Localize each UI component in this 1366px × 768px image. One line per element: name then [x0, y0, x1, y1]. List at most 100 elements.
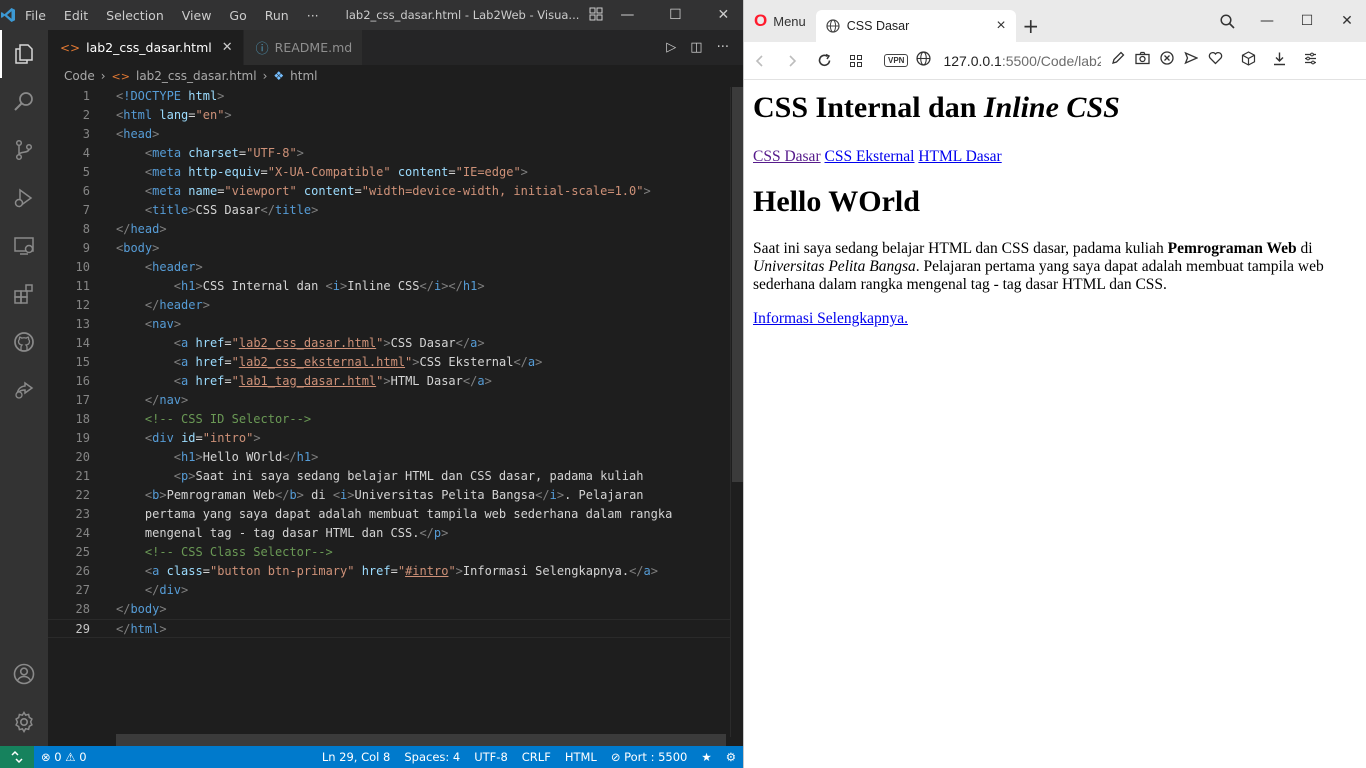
back-arrow-icon[interactable] — [744, 54, 776, 68]
breadcrumb-folder[interactable]: Code — [64, 69, 95, 83]
code-line[interactable]: 2 <html lang="en"> — [48, 106, 730, 125]
remote-explorer-icon[interactable] — [0, 222, 48, 270]
menu-view[interactable]: View — [173, 8, 221, 23]
menu-more[interactable]: ··· — [298, 8, 328, 23]
code-line[interactable]: 22 <b>Pemrograman Web</b> di <i>Universi… — [48, 486, 730, 505]
code-line[interactable]: 7 <title>CSS Dasar</title> — [48, 201, 730, 220]
site-info-globe-icon[interactable] — [916, 50, 932, 71]
breadcrumb-symbol[interactable]: html — [290, 69, 317, 83]
search-icon[interactable] — [0, 78, 48, 126]
browser-minimize-icon[interactable]: — — [1247, 13, 1287, 29]
new-tab-plus-icon[interactable]: + — [1016, 10, 1046, 42]
menu-edit[interactable]: Edit — [55, 8, 97, 23]
code-line[interactable]: 9 <body> — [48, 239, 730, 258]
code-line[interactable]: 26 <a class="button btn-primary" href="#… — [48, 562, 730, 581]
layout-icon[interactable] — [589, 7, 603, 24]
code-line[interactable]: 10 <header> — [48, 258, 730, 277]
code-line[interactable]: 20 <h1>Hello WOrld</h1> — [48, 448, 730, 467]
code-line[interactable]: 24 mengenal tag - tag dasar HTML dan CSS… — [48, 524, 730, 543]
code-line[interactable]: 8 </head> — [48, 220, 730, 239]
language-mode[interactable]: HTML — [558, 750, 604, 764]
nav-link-css-eksternal[interactable]: CSS Eksternal — [824, 148, 914, 165]
source-control-icon[interactable] — [0, 126, 48, 174]
problems-indicator[interactable]: ⊗ 0 ⚠ 0 — [34, 750, 94, 764]
cursor-position[interactable]: Ln 29, Col 8 — [315, 750, 398, 764]
menu-run[interactable]: Run — [256, 8, 298, 23]
encoding[interactable]: UTF-8 — [467, 750, 515, 764]
code-line[interactable]: 29 </html> — [48, 619, 730, 638]
live-server-port[interactable]: ⊘ Port : 5500 — [604, 750, 695, 764]
more-info-link[interactable]: Informasi Selengkapnya. — [753, 310, 1363, 328]
close-icon[interactable]: ✕ — [699, 0, 747, 30]
tab-readme[interactable]: ⓘ README.md — [243, 30, 364, 65]
indentation[interactable]: Spaces: 4 — [397, 750, 467, 764]
nav-link-html-dasar[interactable]: HTML Dasar — [918, 148, 1001, 165]
browser-close-icon[interactable]: ✕ — [1327, 13, 1366, 29]
feedback-icon[interactable]: ★ — [694, 750, 718, 764]
heart-icon[interactable] — [1208, 51, 1223, 70]
code-text: </header> — [144, 298, 210, 312]
remote-indicator-icon[interactable] — [0, 746, 34, 768]
end-of-line[interactable]: CRLF — [515, 750, 558, 764]
notifications-bell-icon[interactable]: ⚙ — [719, 750, 743, 764]
code-line[interactable]: 3 <head> — [48, 125, 730, 144]
settings-gear-icon[interactable] — [0, 698, 48, 746]
horizontal-scrollbar[interactable] — [116, 734, 726, 746]
maximize-icon[interactable]: ☐ — [651, 0, 699, 30]
menu-go[interactable]: Go — [220, 8, 255, 23]
code-line[interactable]: 23 pertama yang saya dapat adalah membua… — [48, 505, 730, 524]
code-line[interactable]: 15 <a href="lab2_css_eksternal.html">CSS… — [48, 353, 730, 372]
code-line[interactable]: 14 <a href="lab2_css_dasar.html">CSS Das… — [48, 334, 730, 353]
browser-search-icon[interactable] — [1207, 13, 1247, 29]
speed-dial-grid-icon[interactable] — [840, 54, 872, 68]
extensions-icon[interactable] — [0, 270, 48, 318]
code-line[interactable]: 19 <div id="intro"> — [48, 429, 730, 448]
tab-close-icon[interactable]: ✕ — [222, 40, 233, 55]
code-line[interactable]: 17 </nav> — [48, 391, 730, 410]
forward-arrow-icon[interactable] — [776, 54, 808, 68]
reload-icon[interactable] — [808, 53, 840, 68]
browser-tab-close-icon[interactable]: × — [996, 17, 1005, 35]
code-line[interactable]: 1 <!DOCTYPE html> — [48, 87, 730, 106]
run-icon[interactable]: ▷ — [666, 40, 676, 55]
code-line[interactable]: 13 <nav> — [48, 315, 730, 334]
breadcrumb-file[interactable]: lab2_css_dasar.html — [136, 69, 257, 83]
code-line[interactable]: 25 <!-- CSS Class Selector--> — [48, 543, 730, 562]
code-line[interactable]: 5 <meta http-equiv="X-UA-Compatible" con… — [48, 163, 730, 182]
edit-icon[interactable] — [1111, 51, 1125, 70]
github-icon[interactable] — [0, 318, 48, 366]
live-share-icon[interactable] — [0, 366, 48, 414]
browser-maximize-icon[interactable]: ☐ — [1287, 13, 1327, 29]
snapshot-camera-icon[interactable] — [1135, 51, 1151, 70]
code-line[interactable]: 11 <h1>CSS Internal dan <i>Inline CSS</i… — [48, 277, 730, 296]
browser-tab-css-dasar[interactable]: CSS Dasar × — [815, 10, 1016, 42]
send-icon[interactable] — [1184, 51, 1200, 70]
code-line[interactable]: 21 <p>Saat ini saya sedang belajar HTML … — [48, 467, 730, 486]
code-line[interactable]: 4 <meta charset="UTF-8"> — [48, 144, 730, 163]
download-icon[interactable] — [1272, 51, 1287, 71]
menu-selection[interactable]: Selection — [97, 8, 173, 23]
easy-setup-sliders-icon[interactable] — [1303, 51, 1318, 71]
code-line[interactable]: 6 <meta name="viewport" content="width=d… — [48, 182, 730, 201]
code-line[interactable]: 28 </body> — [48, 600, 730, 619]
code-line[interactable]: 12 </header> — [48, 296, 730, 315]
code-line[interactable]: 27 </div> — [48, 581, 730, 600]
vertical-scrollbar[interactable] — [730, 87, 743, 737]
menu-file[interactable]: File — [16, 8, 55, 23]
url-field[interactable]: 127.0.0.1:5500/Code/lab2 — [943, 53, 1101, 69]
split-editor-icon[interactable]: ◫ — [690, 40, 702, 55]
minimize-icon[interactable]: — — [603, 0, 651, 30]
accounts-icon[interactable] — [0, 650, 48, 698]
tab-lab2-css-dasar[interactable]: <> lab2_css_dasar.html ✕ — [48, 30, 244, 65]
vpn-badge[interactable]: VPN — [884, 54, 909, 67]
run-debug-icon[interactable] — [0, 174, 48, 222]
nav-link-css-dasar[interactable]: CSS Dasar — [753, 148, 821, 165]
code-editor[interactable]: 1 <!DOCTYPE html> 2 <html lang="en"> 3 <head>… — [48, 87, 730, 737]
ad-blocker-icon[interactable] — [1160, 51, 1175, 70]
more-actions-icon[interactable]: ··· — [717, 40, 729, 55]
code-line[interactable]: 18 <!-- CSS ID Selector--> — [48, 410, 730, 429]
explorer-icon[interactable] — [0, 30, 48, 78]
opera-menu-button[interactable]: O Menu — [744, 0, 806, 42]
cube-extensions-icon[interactable] — [1241, 50, 1256, 71]
code-line[interactable]: 16 <a href="lab1_tag_dasar.html">HTML Da… — [48, 372, 730, 391]
